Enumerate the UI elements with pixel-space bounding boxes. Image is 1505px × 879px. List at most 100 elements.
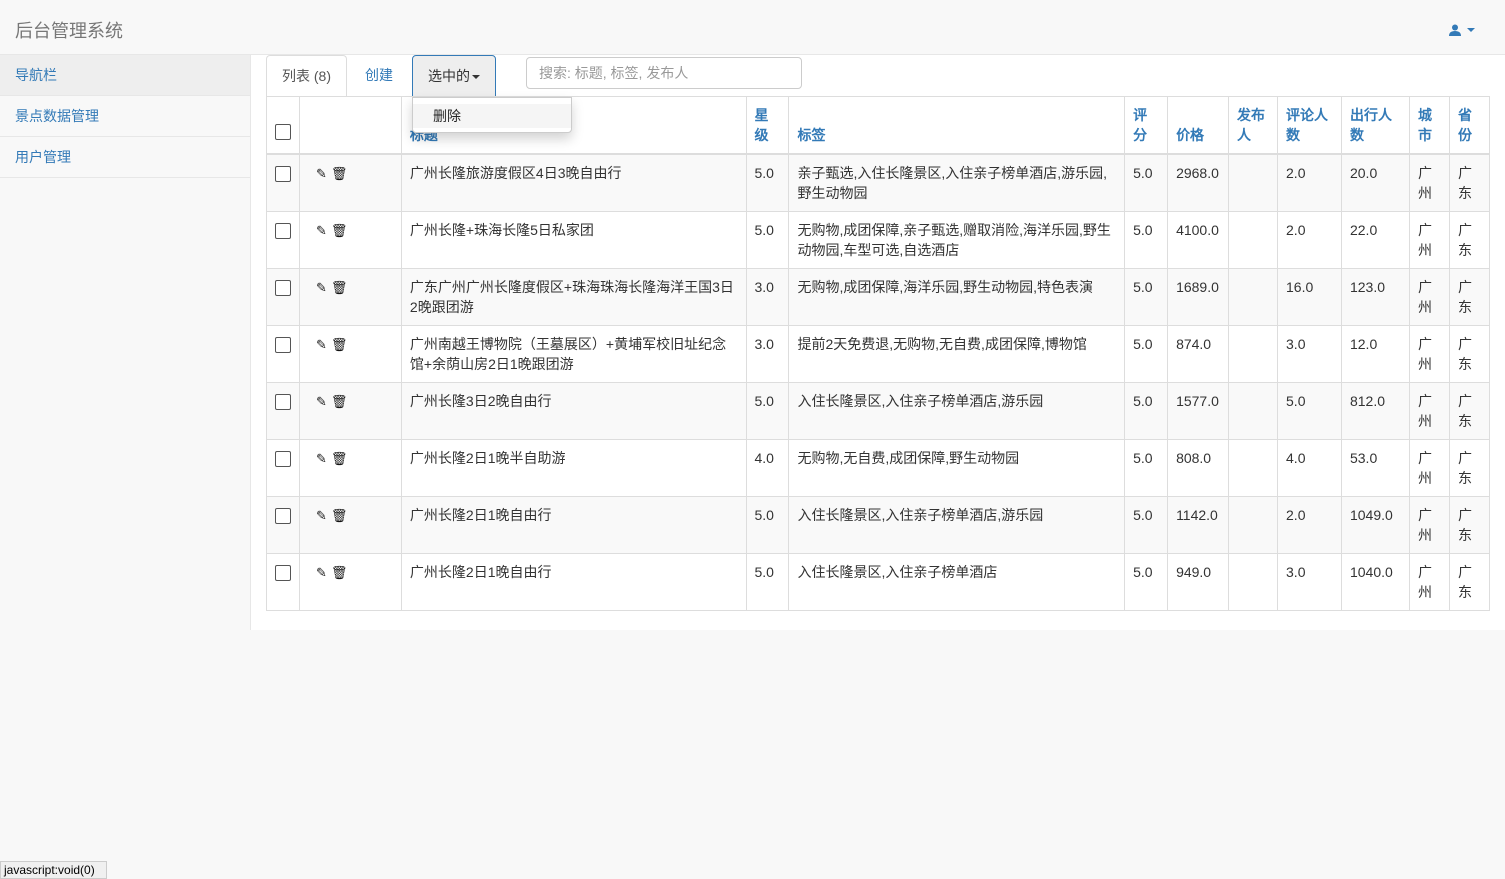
cell-title: 广州长隆2日1晚自由行 [400, 553, 747, 611]
cell-star: 5.0 [745, 553, 790, 611]
row-checkbox[interactable] [275, 166, 291, 182]
cell-title: 广州南越王博物院（王墓展区）+黄埔军校旧址纪念馆+余荫山房2日1晚跟团游 [400, 325, 747, 383]
row-actions-cell: ✎ 🗑 [299, 439, 402, 497]
trash-icon[interactable]: 🗑 [331, 508, 348, 523]
sidebar-item-users[interactable]: 用户管理 [0, 137, 250, 178]
header-city[interactable]: 城市 [1408, 96, 1450, 155]
cell-publisher [1228, 211, 1279, 269]
tab-list[interactable]: 列表 (8) [266, 55, 347, 97]
cell-comment-count: 3.0 [1277, 325, 1342, 383]
cell-city: 广州 [1408, 382, 1450, 440]
header-traveler-count[interactable]: 出行人数 [1340, 96, 1410, 155]
cell-traveler-count: 1049.0 [1340, 496, 1410, 554]
pencil-icon[interactable]: ✎ [316, 223, 327, 238]
cell-star: 3.0 [745, 325, 790, 383]
user-menu[interactable] [1449, 21, 1475, 36]
cell-province: 广东 [1448, 439, 1491, 497]
row-checkbox[interactable] [275, 451, 291, 467]
row-actions-cell: ✎ 🗑 [299, 211, 402, 269]
header-comment-count[interactable]: 评论人数 [1277, 96, 1342, 155]
cell-publisher [1228, 268, 1279, 326]
cell-tags: 入住长隆景区,入住亲子榜单酒店 [788, 553, 1126, 611]
tab-selected-actions[interactable]: 选中的 [412, 55, 496, 97]
trash-icon[interactable]: 🗑 [331, 394, 348, 409]
row-select-cell [266, 439, 300, 497]
select-all-cell [266, 96, 300, 155]
trash-icon[interactable]: 🗑 [331, 166, 348, 181]
sidebar-item-nav[interactable]: 导航栏 [0, 55, 250, 96]
pencil-icon[interactable]: ✎ [316, 280, 327, 295]
pencil-icon[interactable]: ✎ [316, 337, 327, 352]
cell-price: 1689.0 [1167, 268, 1230, 326]
cell-rating: 5.0 [1124, 382, 1169, 440]
cell-rating: 5.0 [1124, 211, 1169, 269]
row-checkbox[interactable] [275, 508, 291, 524]
cell-rating: 5.0 [1124, 325, 1169, 383]
cell-publisher [1228, 439, 1279, 497]
table-row: ✎ 🗑 广东广州广州长隆度假区+珠海珠海长隆海洋王国3日2晚跟团游 3.0 无购物,成团… [266, 268, 1491, 326]
pencil-icon[interactable]: ✎ [316, 394, 327, 409]
row-checkbox[interactable] [275, 565, 291, 581]
cell-title: 广州长隆旅游度假区4日3晚自由行 [400, 153, 747, 212]
cell-tags: 亲子甄选,入住长隆景区,入住亲子榜单酒店,游乐园,野生动物园 [788, 153, 1126, 212]
row-checkbox[interactable] [275, 223, 291, 239]
row-actions-cell: ✎ 🗑 [299, 153, 402, 212]
header-star[interactable]: 星级 [745, 96, 790, 155]
header-rating[interactable]: 评分 [1124, 96, 1169, 155]
row-actions-cell: ✎ 🗑 [299, 325, 402, 383]
delete-selected-menu-item[interactable]: 删除 [413, 104, 571, 128]
cell-tags: 无购物,无自费,成团保障,野生动物园 [788, 439, 1126, 497]
cell-title: 广东广州广州长隆度假区+珠海珠海长隆海洋王国3日2晚跟团游 [400, 268, 747, 326]
trash-icon[interactable]: 🗑 [331, 337, 348, 352]
cell-tags: 入住长隆景区,入住亲子榜单酒店,游乐园 [788, 496, 1126, 554]
browser-status-bar: javascript:void(0) [0, 861, 107, 879]
row-select-cell [266, 553, 300, 611]
cell-rating: 5.0 [1124, 496, 1169, 554]
row-actions-cell: ✎ 🗑 [299, 496, 402, 554]
cell-traveler-count: 22.0 [1340, 211, 1410, 269]
cell-comment-count: 16.0 [1277, 268, 1342, 326]
chevron-down-icon [1467, 27, 1475, 32]
cell-price: 1577.0 [1167, 382, 1230, 440]
trash-icon[interactable]: 🗑 [331, 451, 348, 466]
cell-title: 广州长隆2日1晚半自助游 [400, 439, 747, 497]
cell-publisher [1228, 153, 1279, 212]
table-row: ✎ 🗑 广州长隆2日1晚自由行 5.0 入住长隆景区,入住亲子榜单酒店,游乐园 5.0 11… [266, 496, 1491, 554]
header-province[interactable]: 省份 [1448, 96, 1491, 155]
cell-traveler-count: 812.0 [1340, 382, 1410, 440]
sidebar-item-scenic-data[interactable]: 景点数据管理 [0, 96, 250, 137]
row-checkbox[interactable] [275, 280, 291, 296]
trash-icon[interactable]: 🗑 [331, 565, 348, 580]
select-all-checkbox[interactable] [275, 124, 291, 140]
app-title[interactable]: 后台管理系统 [15, 17, 123, 43]
cell-province: 广东 [1448, 382, 1491, 440]
cell-city: 广州 [1408, 153, 1450, 212]
cell-traveler-count: 12.0 [1340, 325, 1410, 383]
header-price[interactable]: 价格 [1167, 96, 1230, 155]
sidebar: 导航栏 景点数据管理 用户管理 [0, 55, 251, 630]
trash-icon[interactable]: 🗑 [331, 280, 348, 295]
header-tags[interactable]: 标签 [788, 96, 1126, 155]
header-publisher[interactable]: 发布人 [1228, 96, 1279, 155]
data-table: 标题 星级 标签 评分 价格 发布人 评论人数 出行人数 城市 省份 ✎ 🗑 广州长… [266, 96, 1491, 611]
main-content: 列表 (8) 创建 选中的 标题 星级 标签 评分 价格 发布人 评论人数 出行… [251, 55, 1505, 630]
cell-city: 广州 [1408, 325, 1450, 383]
pencil-icon[interactable]: ✎ [316, 565, 327, 580]
cell-star: 5.0 [745, 153, 790, 212]
cell-star: 3.0 [745, 268, 790, 326]
cell-tags: 入住长隆景区,入住亲子榜单酒店,游乐园 [788, 382, 1126, 440]
cell-comment-count: 2.0 [1277, 211, 1342, 269]
row-checkbox[interactable] [275, 394, 291, 410]
search-input[interactable] [526, 57, 802, 89]
tab-create[interactable]: 创建 [350, 55, 408, 95]
cell-publisher [1228, 325, 1279, 383]
pencil-icon[interactable]: ✎ [316, 451, 327, 466]
cell-province: 广东 [1448, 153, 1491, 212]
pencil-icon[interactable]: ✎ [316, 166, 327, 181]
cell-title: 广州长隆+珠海长隆5日私家团 [400, 211, 747, 269]
trash-icon[interactable]: 🗑 [331, 223, 348, 238]
cell-price: 808.0 [1167, 439, 1230, 497]
pencil-icon[interactable]: ✎ [316, 508, 327, 523]
row-checkbox[interactable] [275, 337, 291, 353]
tab-selected-label: 选中的 [428, 68, 470, 84]
